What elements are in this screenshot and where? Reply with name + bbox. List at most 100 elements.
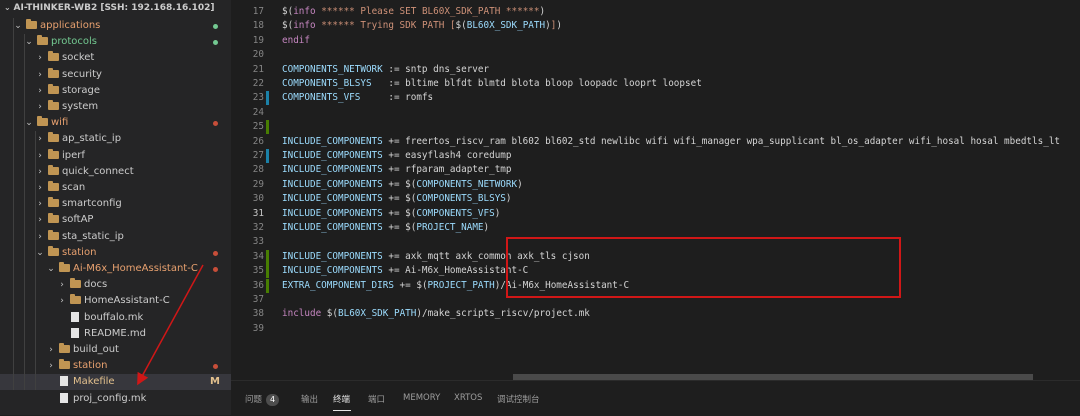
chevron-down-icon[interactable]: ⌄ (35, 245, 45, 261)
tree-item-label: Ai-M6x_HomeAssistant-C (73, 263, 198, 274)
code-line[interactable]: 24 (231, 106, 1080, 120)
file-icon (69, 310, 81, 326)
tree-item[interactable]: proj_config.mk (0, 391, 231, 407)
tree-item-label: README.md (84, 327, 147, 339)
tree-item[interactable]: ⌄ applications (0, 18, 231, 34)
folder-icon (58, 261, 70, 277)
line-number: 23 (252, 92, 264, 104)
chevron-right-icon[interactable]: › (35, 50, 45, 66)
status-dot (213, 267, 218, 272)
git-gutter-mark (266, 149, 269, 163)
chevron-right-icon[interactable]: › (35, 131, 45, 147)
tree-item[interactable]: › security (0, 67, 231, 83)
line-number: 17 (252, 6, 264, 17)
line-number: 21 (252, 63, 264, 75)
chevron-right-icon[interactable]: › (57, 277, 67, 293)
chevron-right-icon[interactable]: › (35, 180, 45, 196)
tree-item-label: Makefile (73, 376, 115, 388)
code-line[interactable]: 23 COMPONENTS_VFS := romfs (231, 91, 1080, 106)
line-number: 29 (252, 178, 264, 190)
code-line[interactable]: 18 $(info ****** Trying SDK PATH [$(BL60X… (231, 19, 1080, 33)
chevron-down-icon[interactable]: ⌄ (46, 261, 56, 277)
code-line[interactable]: 30 INCLUDE_COMPONENTS += $(COMPONENTS_BLS… (231, 192, 1080, 206)
line-number: 31 (252, 207, 264, 219)
tree-item[interactable]: › socket (0, 50, 231, 66)
code-text: $(info ****** Trying SDK PATH [$(BL60X_S… (282, 20, 562, 32)
tree-item[interactable]: ⌄ protocols (0, 34, 231, 50)
chevron-down-icon[interactable]: ⌄ (24, 34, 34, 50)
tree-item-label: HomeAssistant-C (84, 295, 170, 307)
code-line[interactable]: 39 (231, 322, 1080, 336)
code-line[interactable]: 38 include $(BL60X_SDK_PATH)/make_scripts… (231, 307, 1080, 321)
git-gutter-mark (266, 120, 269, 135)
code-line[interactable]: 31 INCLUDE_COMPONENTS += $(COMPONENTS_VFS… (231, 207, 1080, 221)
active-tab-underline (333, 410, 351, 411)
tab-xrtos[interactable]: XRTOS (454, 393, 482, 403)
code-text: $(info ****** Please SET BL60X_SDK_PATH … (282, 6, 546, 17)
line-number: 27 (252, 150, 264, 161)
code-line[interactable]: 19 endif (231, 34, 1080, 48)
tab-problems[interactable]: 问题 4 (245, 393, 280, 406)
code-line[interactable]: 28 INCLUDE_COMPONENTS += rfparam_adapter_… (231, 163, 1080, 177)
indent-guide (13, 18, 14, 390)
tree-item[interactable]: › storage (0, 83, 231, 99)
chevron-right-icon[interactable]: › (35, 229, 45, 245)
code-line[interactable]: 25 (231, 120, 1080, 135)
tab-ports[interactable]: 端口 (368, 393, 385, 405)
code-line[interactable]: 27 INCLUDE_COMPONENTS += easyflash4 cored… (231, 149, 1080, 163)
code-line[interactable]: 32 INCLUDE_COMPONENTS += $(PROJECT_NAME) (231, 221, 1080, 235)
chevron-right-icon[interactable]: › (35, 99, 45, 115)
code-line[interactable]: 21 COMPONENTS_NETWORK := sntp dns_server (231, 63, 1080, 77)
status-dot (213, 364, 218, 370)
chevron-right-icon[interactable]: › (57, 293, 67, 309)
code-line[interactable]: 17 $(info ****** Please SET BL60X_SDK_PAT… (231, 5, 1080, 19)
chevron-right-icon[interactable]: › (35, 148, 45, 164)
chevron-right-icon[interactable]: › (35, 83, 45, 99)
status-dot (213, 40, 218, 46)
chevron-down-icon[interactable]: ⌄ (13, 18, 23, 34)
folder-icon (47, 148, 59, 164)
status-dot (213, 24, 218, 29)
file-icon (58, 374, 70, 390)
indent-guide (24, 34, 25, 390)
chevron-right-icon[interactable]: › (35, 164, 45, 180)
tree-item-label: softAP (62, 214, 94, 226)
code-line[interactable]: 22 COMPONENTS_BLSYS := bltime blfdt blmtd… (231, 77, 1080, 91)
chevron-right-icon[interactable]: › (35, 212, 45, 228)
tree-item-label: iperf (62, 149, 85, 161)
line-number: 22 (252, 78, 264, 89)
tab-memory[interactable]: MEMORY (403, 393, 440, 403)
tree-item-label: bouffalo.mk (84, 311, 144, 323)
tab-terminal[interactable]: 终端 (333, 393, 350, 405)
chevron-right-icon[interactable]: › (46, 358, 56, 374)
chevron-right-icon[interactable]: › (46, 342, 56, 358)
panel-tab-bar: 问题 4 输出 终端 端口 MEMORY XRTOS 调试控制台 (231, 380, 1080, 416)
line-number: 26 (252, 135, 264, 147)
tree-item-label: station (73, 360, 108, 372)
code-line[interactable]: 29 INCLUDE_COMPONENTS += $(COMPONENTS_NET… (231, 178, 1080, 192)
code-editor[interactable]: 17 $(info ****** Please SET BL60X_SDK_PAT… (231, 0, 1080, 380)
folder-icon (47, 67, 59, 83)
tree-item-label: docs (84, 279, 108, 291)
tree-item-label: system (62, 101, 99, 112)
folder-icon (36, 115, 48, 131)
workspace-title[interactable]: ⌄ AI-THINKER-WB2 [SSH: 192.168.16.102] (4, 3, 215, 17)
code-line[interactable]: 20 (231, 48, 1080, 62)
tab-debug-console[interactable]: 调试控制台 (497, 393, 540, 405)
chevron-down-icon[interactable]: ⌄ (24, 115, 34, 131)
tree-item[interactable]: ⌄ wifi (0, 115, 231, 131)
git-gutter-mark (266, 278, 269, 293)
line-number: 19 (252, 34, 264, 46)
code-text: INCLUDE_COMPONENTS += $(COMPONENTS_BLSYS… (282, 193, 512, 205)
tab-output[interactable]: 输出 (301, 393, 318, 405)
chevron-right-icon[interactable]: › (35, 196, 45, 212)
folder-icon (47, 245, 59, 261)
tree-item-label: scan (62, 182, 86, 193)
code-line[interactable]: 26 INCLUDE_COMPONENTS += freertos_riscv_r… (231, 135, 1080, 149)
code-text: COMPONENTS_BLSYS := bltime blfdt blmtd b… (282, 78, 702, 89)
line-number: 37 (252, 294, 264, 305)
modified-badge: M (210, 376, 220, 388)
folder-icon (47, 131, 59, 147)
chevron-right-icon[interactable]: › (35, 67, 45, 83)
tree-item[interactable]: › system (0, 99, 231, 115)
